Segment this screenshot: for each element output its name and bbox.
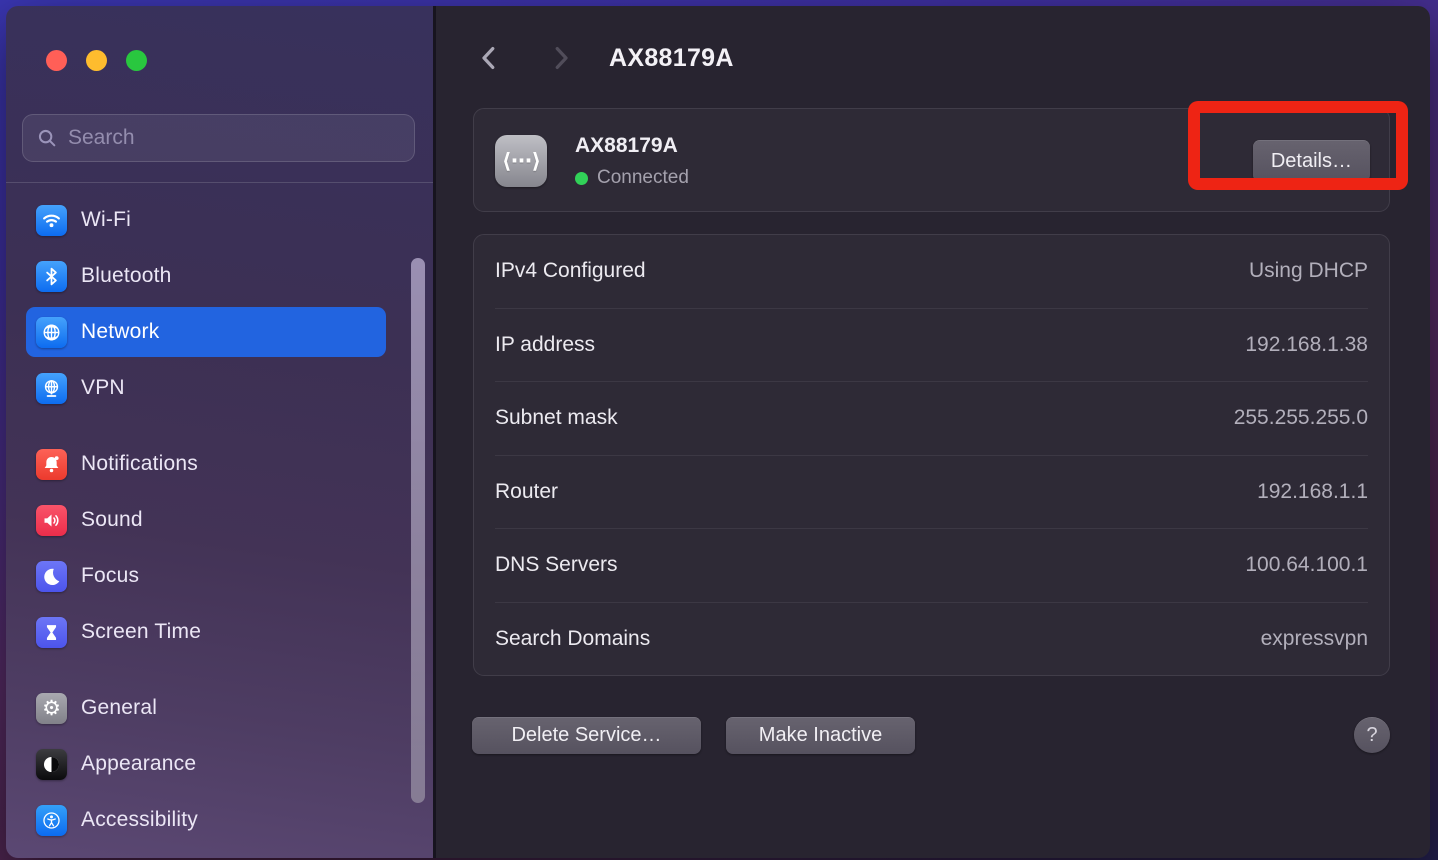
close-button[interactable]	[46, 50, 67, 71]
sidebar-item-label: Wi-Fi	[81, 208, 131, 232]
details-button[interactable]: Details…	[1253, 140, 1370, 182]
sidebar-item-label: Sound	[81, 508, 143, 532]
field-value: Using DHCP	[1249, 259, 1368, 283]
sidebar-item-notifications[interactable]: Notifications	[26, 439, 386, 489]
zoom-button[interactable]	[126, 50, 147, 71]
sidebar-list: Wi-Fi Bluetooth Network VPN Notifications Sou…	[26, 195, 386, 858]
sidebar-item-sound[interactable]: Sound	[26, 495, 386, 545]
field-row-ip-address: IP address 192.168.1.38	[474, 309, 1389, 382]
sidebar-item-vpn[interactable]: VPN	[26, 363, 386, 413]
sidebar: Wi-Fi Bluetooth Network VPN Notifications Sou…	[6, 6, 436, 858]
gear-icon: ⚙	[36, 693, 67, 724]
field-row-dns-servers: DNS Servers 100.64.100.1	[474, 529, 1389, 602]
field-value: 255.255.255.0	[1234, 406, 1368, 430]
sidebar-item-label: Network	[81, 320, 159, 344]
sidebar-item-general[interactable]: ⚙ General	[26, 683, 386, 733]
minimize-button[interactable]	[86, 50, 107, 71]
sidebar-item-network[interactable]: Network	[26, 307, 386, 357]
search-field[interactable]	[22, 114, 415, 162]
page-title: AX88179A	[609, 44, 734, 73]
field-label: DNS Servers	[495, 553, 618, 577]
field-label: IP address	[495, 333, 595, 357]
hourglass-icon	[36, 617, 67, 648]
field-row-subnet-mask: Subnet mask 255.255.255.0	[474, 382, 1389, 455]
sidebar-item-focus[interactable]: Focus	[26, 551, 386, 601]
field-row-ipv4-configured: IPv4 Configured Using DHCP	[474, 235, 1389, 308]
sidebar-item-label: Bluetooth	[81, 264, 172, 288]
field-value: 100.64.100.1	[1245, 553, 1368, 577]
network-settings-card: IPv4 Configured Using DHCP IP address 192.1…	[473, 234, 1390, 676]
appearance-icon	[36, 749, 67, 780]
system-settings-window: Wi-Fi Bluetooth Network VPN Notifications Sou…	[6, 6, 1430, 858]
connected-status-label: Connected	[597, 167, 689, 189]
bluetooth-icon	[36, 261, 67, 292]
globe-icon	[36, 317, 67, 348]
sidebar-item-label: Appearance	[81, 752, 196, 776]
search-input[interactable]	[68, 126, 401, 150]
field-value: 192.168.1.1	[1257, 480, 1368, 504]
sidebar-group: ⚙ General Appearance Accessibility	[26, 683, 386, 845]
field-label: Router	[495, 480, 558, 504]
accessibility-icon	[36, 805, 67, 836]
ethernet-adapter-icon: ⟨···⟩	[495, 135, 547, 187]
sidebar-item-wifi[interactable]: Wi-Fi	[26, 195, 386, 245]
sidebar-group: Notifications Sound Focus Screen Time	[26, 439, 386, 657]
chevron-right-icon	[546, 43, 576, 73]
back-button[interactable]	[474, 43, 504, 73]
sidebar-item-accessibility[interactable]: Accessibility	[26, 795, 386, 845]
main-pane: AX88179A ⟨···⟩ AX88179A Connected Detail…	[436, 6, 1430, 858]
vpn-globe-icon	[36, 373, 67, 404]
sidebar-item-label: General	[81, 696, 157, 720]
connected-status-dot	[575, 172, 588, 185]
sidebar-item-bluetooth[interactable]: Bluetooth	[26, 251, 386, 301]
sidebar-group: Wi-Fi Bluetooth Network VPN	[26, 195, 386, 413]
delete-service-button[interactable]: Delete Service…	[472, 717, 701, 754]
sidebar-item-appearance[interactable]: Appearance	[26, 739, 386, 789]
device-name: AX88179A	[575, 134, 678, 158]
field-row-search-domains: Search Domains expressvpn	[474, 603, 1389, 676]
sidebar-item-label: Screen Time	[81, 620, 201, 644]
sidebar-item-label: Accessibility	[81, 808, 198, 832]
device-status: Connected	[575, 167, 689, 189]
sidebar-scrollbar[interactable]	[411, 258, 425, 803]
search-icon	[36, 127, 58, 149]
moon-icon	[36, 561, 67, 592]
bell-icon	[36, 449, 67, 480]
sidebar-item-label: Notifications	[81, 452, 198, 476]
field-label: Search Domains	[495, 627, 650, 651]
sidebar-item-screen-time[interactable]: Screen Time	[26, 607, 386, 657]
make-inactive-button[interactable]: Make Inactive	[726, 717, 915, 754]
wifi-icon	[36, 205, 67, 236]
field-row-router: Router 192.168.1.1	[474, 456, 1389, 529]
forward-button[interactable]	[546, 43, 576, 73]
field-value: 192.168.1.38	[1245, 333, 1368, 357]
field-value: expressvpn	[1261, 627, 1368, 651]
sidebar-item-label: Focus	[81, 564, 139, 588]
chevron-left-icon	[474, 43, 504, 73]
sidebar-item-label: VPN	[81, 376, 125, 400]
help-button[interactable]: ?	[1354, 717, 1390, 753]
device-card: ⟨···⟩ AX88179A Connected Details…	[473, 108, 1390, 212]
field-label: Subnet mask	[495, 406, 618, 430]
sidebar-header-divider	[6, 182, 433, 183]
field-label: IPv4 Configured	[495, 259, 646, 283]
speaker-icon	[36, 505, 67, 536]
